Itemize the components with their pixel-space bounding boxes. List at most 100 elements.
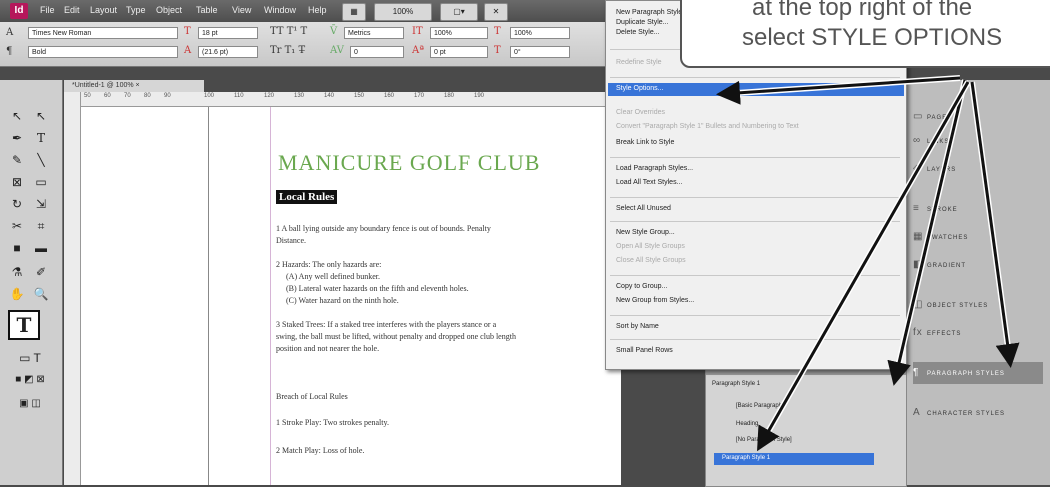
arrange-icon[interactable]: ✕ <box>484 3 508 21</box>
free-transform-tool-icon[interactable]: ⌗ <box>30 216 52 236</box>
vertical-scale-field[interactable]: 100% <box>430 27 488 39</box>
leading-field[interactable]: (21.6 pt) <box>198 46 258 58</box>
measure-tool-icon[interactable]: ✐ <box>30 262 52 282</box>
menu-layout[interactable]: Layout <box>90 5 117 15</box>
menu-sort-by-name[interactable]: Sort by Name <box>616 323 659 330</box>
kerning-field[interactable]: Metrics <box>344 27 404 39</box>
menu-break-link[interactable]: Break Link to Style <box>616 139 674 146</box>
panel-paragraph-styles[interactable]: ¶ PARAGRAPH STYLES <box>913 362 1043 384</box>
menu-object[interactable]: Object <box>156 5 182 15</box>
style-row[interactable]: Heading <box>736 421 758 427</box>
menu-small-panel-rows[interactable]: Small Panel Rows <box>616 347 673 354</box>
color-mode-icon[interactable]: ■ ◩ ⊠ <box>6 370 54 390</box>
ruler-tick: 50 <box>84 93 91 99</box>
menu-table[interactable]: Table <box>196 5 218 15</box>
instruction-callout: at the top right of the select STYLE OPT… <box>680 0 1050 68</box>
panel-layers[interactable]: ◈ LAYERS <box>913 158 1043 180</box>
menu-load-paragraph-styles[interactable]: Load Paragraph Styles... <box>616 165 693 172</box>
character-styles-icon: A <box>913 407 921 418</box>
menu-new-style-group[interactable]: New Style Group... <box>616 229 675 236</box>
menu-new-paragraph-style[interactable]: New Paragraph Style... <box>616 9 688 16</box>
object-styles-icon: ◫ <box>913 299 924 310</box>
font-size-icon: T <box>184 26 191 37</box>
menu-edit[interactable]: Edit <box>64 5 80 15</box>
eyedropper-tool-icon[interactable]: ⚗ <box>6 262 28 282</box>
pen-tool-icon[interactable]: ✒ <box>6 128 28 148</box>
selection-tool-icon[interactable]: ↖ <box>6 106 28 126</box>
panel-object-styles[interactable]: ◫ OBJECT STYLES <box>913 294 1043 316</box>
menu-delete-style[interactable]: Delete Style... <box>616 29 660 36</box>
menu-separator <box>610 157 900 158</box>
line-tool-icon[interactable]: ╲ <box>30 150 52 170</box>
tracking-field[interactable]: 0 <box>350 46 404 58</box>
bridge-icon[interactable]: ▦ <box>342 3 366 21</box>
ruler-tick: 110 <box>234 93 244 99</box>
menu-select-all-unused[interactable]: Select All Unused <box>616 205 671 212</box>
paragraph-formatting-icon[interactable]: ¶ <box>6 46 12 57</box>
menu-file[interactable]: File <box>40 5 55 15</box>
panel-links[interactable]: ∞ LINKS <box>913 130 1043 152</box>
rectangle-frame-tool-icon[interactable]: ⊠ <box>6 172 28 192</box>
panel-character-styles[interactable]: A CHARACTER STYLES <box>913 402 1043 424</box>
font-family-field[interactable]: Times New Roman <box>28 27 178 39</box>
zoom-tool-icon[interactable]: 🔍 <box>30 284 52 304</box>
fill-stroke-text-icon[interactable]: T <box>8 310 40 340</box>
font-style-field[interactable]: Bold <box>28 46 178 58</box>
menu-type[interactable]: Type <box>126 5 146 15</box>
horizontal-scale-icon: T <box>494 26 501 37</box>
menu-clear-overrides[interactable]: Clear Overrides <box>616 109 665 116</box>
pencil-tool-icon[interactable]: ✎ <box>6 150 28 170</box>
panel-label: PAGES <box>927 115 953 121</box>
rotate-tool-icon[interactable]: ↻ <box>6 194 28 214</box>
menu-close-all-groups[interactable]: Close All Style Groups <box>616 257 686 264</box>
zoom-select[interactable]: 100% <box>374 3 432 21</box>
menu-new-group-from-styles[interactable]: New Group from Styles... <box>616 297 694 304</box>
document-title[interactable]: MANICURE GOLF CLUB <box>278 150 540 176</box>
menu-duplicate-style[interactable]: Duplicate Style... <box>616 19 669 26</box>
gradient-tool-icon[interactable]: ■ <box>6 238 28 258</box>
hand-tool-icon[interactable]: ✋ <box>6 284 28 304</box>
menu-style-options[interactable]: Style Options... <box>608 83 904 96</box>
menu-load-all-text-styles[interactable]: Load All Text Styles... <box>616 179 682 186</box>
menu-window[interactable]: Window <box>264 5 296 15</box>
baseline-shift-field[interactable]: 0 pt <box>430 46 488 58</box>
small-caps-icon[interactable]: Tr T₁ T̶ <box>270 45 305 56</box>
menu-help[interactable]: Help <box>308 5 327 15</box>
screen-mode-icon[interactable]: ▢▾ <box>440 3 478 21</box>
menu-copy-to-group[interactable]: Copy to Group... <box>616 283 667 290</box>
style-row-selected[interactable]: Paragraph Style 1 <box>714 453 874 465</box>
panel-stroke[interactable]: ≡ STROKE <box>913 198 1043 220</box>
formatting-affects-text-icon[interactable]: ▭ T <box>8 348 52 368</box>
type-tool-icon[interactable]: T <box>30 128 52 148</box>
view-mode-icon[interactable]: ▣ ◫ <box>6 394 54 414</box>
note-tool-icon[interactable]: ▬ <box>30 238 52 258</box>
menu-redefine-style[interactable]: Redefine Style <box>616 59 662 66</box>
stroke-icon: ≡ <box>913 203 920 214</box>
skew-field[interactable]: 0° <box>510 46 570 58</box>
panel-pages[interactable]: ▭ PAGES <box>913 106 1043 128</box>
document-tab[interactable]: *Untitled-1 @ 100% × <box>64 80 204 92</box>
scissors-tool-icon[interactable]: ✂ <box>6 216 28 236</box>
all-caps-icon[interactable]: TT T¹ T <box>270 26 307 37</box>
panel-swatches[interactable]: ▦ SWATCHES <box>913 226 1043 248</box>
kerning-icon: V̄ <box>330 26 338 37</box>
panel-gradient[interactable]: ◧ GRADIENT <box>913 254 1043 276</box>
style-row[interactable]: [Basic Paragraph] <box>736 403 784 409</box>
selected-heading[interactable]: Local Rules <box>276 190 338 204</box>
horizontal-scale-field[interactable]: 100% <box>510 27 570 39</box>
links-icon: ∞ <box>913 135 922 146</box>
vertical-scale-icon: IT <box>412 26 423 37</box>
panel-effects[interactable]: fx EFFECTS <box>913 322 1043 344</box>
character-formatting-icon[interactable]: A <box>6 27 13 38</box>
menu-convert-bullets[interactable]: Convert "Paragraph Style 1" Bullets and … <box>616 123 799 130</box>
rectangle-tool-icon[interactable]: ▭ <box>30 172 52 192</box>
font-size-field[interactable]: 18 pt <box>198 27 258 39</box>
panel-label: LINKS <box>927 139 950 145</box>
panel-label: PARAGRAPH STYLES <box>927 371 1005 377</box>
scale-tool-icon[interactable]: ⇲ <box>30 194 52 214</box>
style-row[interactable]: [No Paragraph Style] <box>736 437 792 443</box>
menu-open-all-groups[interactable]: Open All Style Groups <box>616 243 685 250</box>
baseline-shift-icon: Aª <box>412 45 424 56</box>
menu-view[interactable]: View <box>232 5 251 15</box>
direct-selection-tool-icon[interactable]: ↖ <box>30 106 52 126</box>
